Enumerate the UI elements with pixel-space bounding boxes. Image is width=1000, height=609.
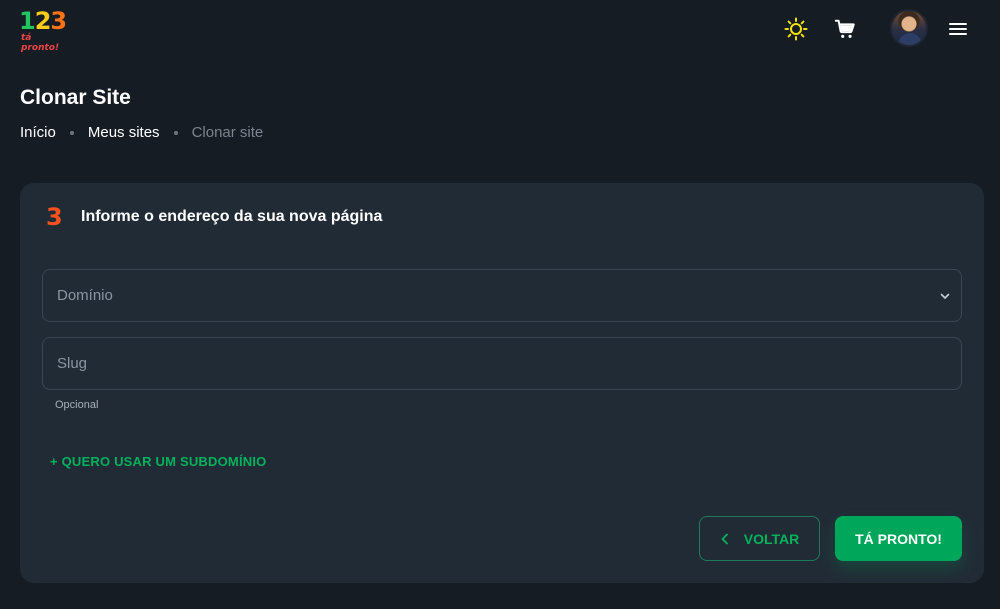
logo[interactable]: 123 tá pronto! (19, 7, 71, 53)
theme-toggle-button[interactable] (781, 14, 811, 44)
done-button[interactable]: TÁ PRONTO! (835, 516, 962, 561)
back-button[interactable]: VOLTAR (699, 516, 820, 561)
sun-icon (784, 17, 808, 41)
breadcrumb-item-meus-sites[interactable]: Meus sites (88, 124, 160, 141)
cart-button[interactable] (830, 14, 860, 44)
chevron-left-icon (720, 533, 730, 545)
cart-icon (834, 19, 855, 38)
back-button-label: VOLTAR (743, 530, 800, 547)
menu-icon (949, 23, 967, 35)
logo-tagline: tá pronto! (21, 33, 60, 53)
clone-form-card: 3 Informe o endereço da sua nova página … (20, 183, 984, 583)
logo-digits: 123 (19, 7, 67, 35)
breadcrumb-item-current: Clonar site (191, 124, 264, 141)
slug-hint: Opcional (55, 399, 99, 411)
avatar-figure (898, 33, 922, 45)
menu-button[interactable] (943, 14, 973, 44)
avatar[interactable] (890, 9, 928, 47)
slug-placeholder: Slug (57, 355, 88, 372)
top-bar: 123 tá pronto! (0, 0, 1000, 62)
breadcrumb-item-inicio[interactable]: Início (20, 124, 56, 141)
step-number: 3 (46, 203, 63, 231)
breadcrumb-separator (173, 130, 178, 135)
use-subdomain-link[interactable]: + QUERO USAR UM SUBDOMÍNIO (50, 454, 266, 469)
breadcrumb: Início Meus sites Clonar site (20, 124, 263, 141)
breadcrumb-separator (69, 130, 74, 135)
page-title: Clonar Site (20, 86, 131, 109)
step-title: Informe o endereço da sua nova página (81, 208, 383, 225)
domain-select[interactable]: Domínio (42, 269, 962, 322)
chevron-down-icon (940, 293, 950, 299)
domain-placeholder: Domínio (57, 287, 113, 304)
slug-input[interactable]: Slug (42, 337, 962, 390)
